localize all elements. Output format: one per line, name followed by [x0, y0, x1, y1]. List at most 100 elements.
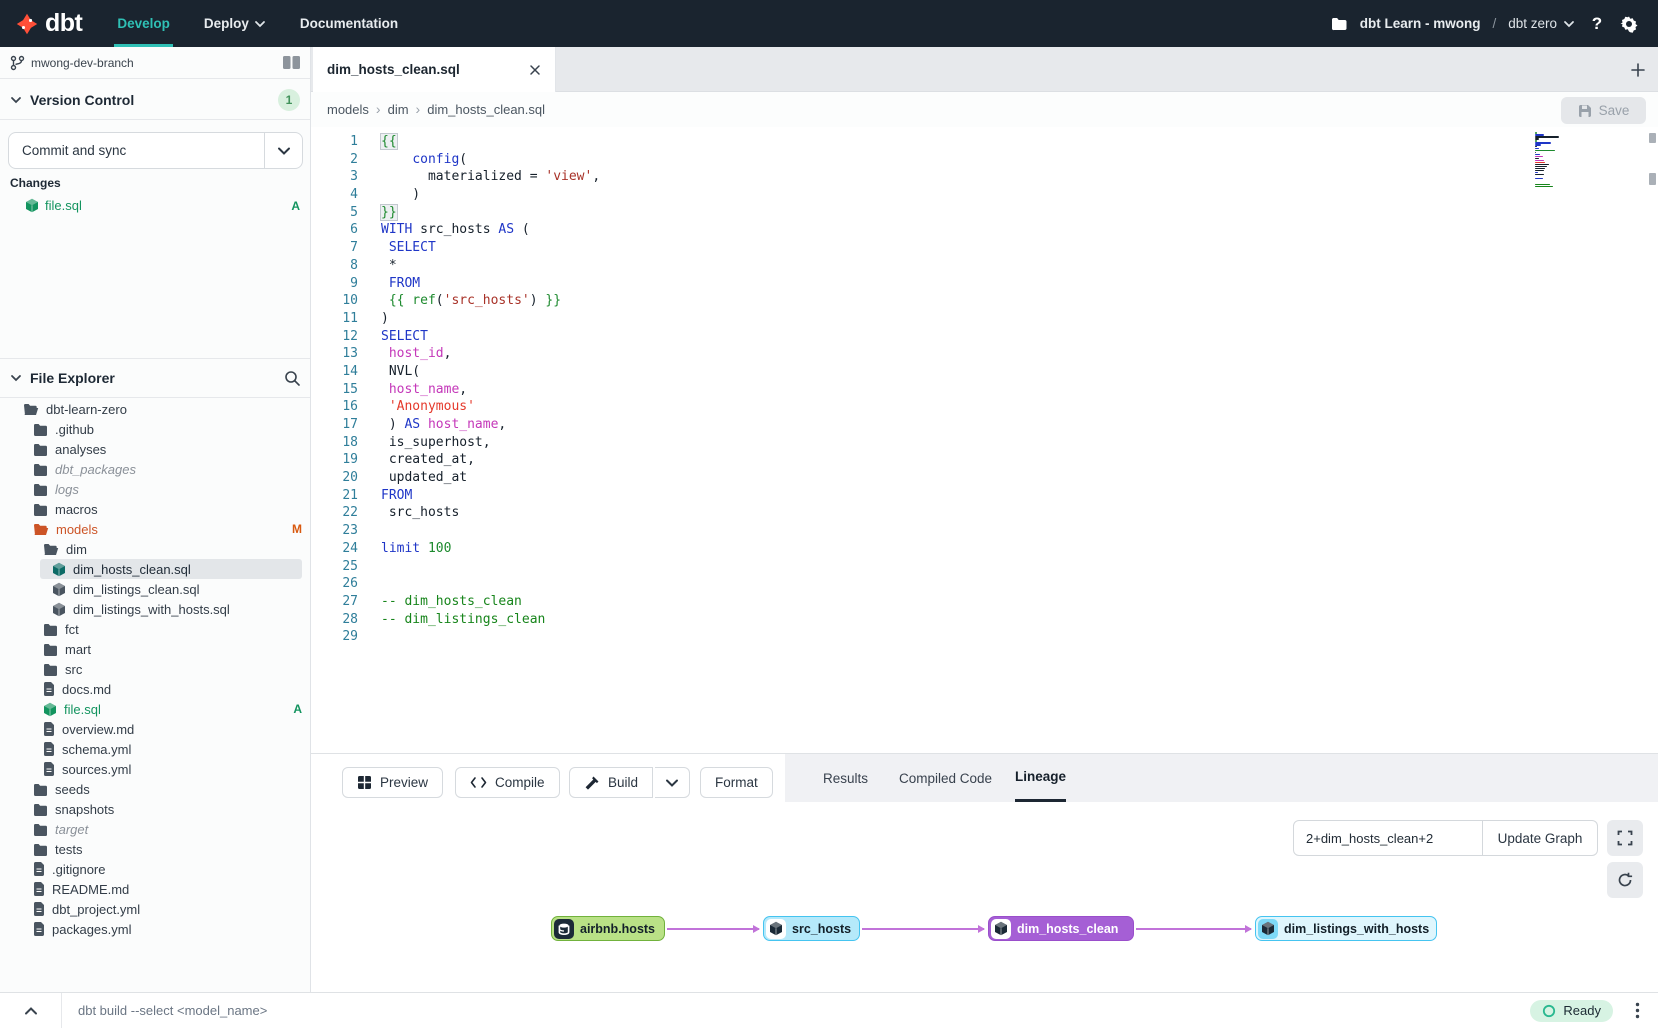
tree-folder-analyses[interactable]: analyses	[0, 439, 310, 459]
chevron-down-icon	[664, 775, 680, 791]
tree-file-packages-yml[interactable]: packages.yml	[0, 919, 310, 939]
lineage-node-airbnb-hosts[interactable]: airbnb.hosts	[551, 916, 665, 941]
tree-file-file-sql[interactable]: file.sqlA	[0, 699, 310, 719]
editor-minimap[interactable]	[1535, 132, 1561, 190]
tree-file-overview-md[interactable]: overview.md	[0, 719, 310, 739]
lineage-node-dim-listings-with-hosts[interactable]: dim_listings_with_hosts	[1255, 916, 1437, 941]
version-control-header[interactable]: Version Control 1	[0, 80, 310, 120]
code-line[interactable]: 5}}	[311, 204, 600, 222]
lineage-node-dim-hosts-clean[interactable]: dim_hosts_clean	[988, 916, 1134, 941]
tree-folder-mart[interactable]: mart	[0, 639, 310, 659]
tree-folder-snapshots[interactable]: snapshots	[0, 799, 310, 819]
tab-dim-hosts-clean[interactable]: dim_hosts_clean.sql	[313, 47, 556, 92]
code-line[interactable]: 13 host_id,	[311, 345, 600, 363]
file-explorer-header[interactable]: File Explorer	[0, 358, 310, 398]
format-button[interactable]: Format	[700, 767, 773, 798]
tree-file-sources-yml[interactable]: sources.yml	[0, 759, 310, 779]
tree-folder-src[interactable]: src	[0, 659, 310, 679]
gear-icon[interactable]	[1618, 13, 1640, 35]
code-line[interactable]: 20 updated_at	[311, 469, 600, 487]
tree-folder-dbt-learn-zero[interactable]: dbt-learn-zero	[0, 399, 310, 419]
code-line[interactable]: 27-- dim_hosts_clean	[311, 593, 600, 611]
breadcrumb-item[interactable]: dim_hosts_clean.sql	[427, 102, 545, 117]
code-line[interactable]: 9 FROM	[311, 275, 600, 293]
tree-folder-macros[interactable]: macros	[0, 499, 310, 519]
docs-panels-icon[interactable]	[283, 55, 300, 70]
command-input[interactable]	[62, 993, 1530, 1028]
code-line[interactable]: 29	[311, 628, 600, 646]
breadcrumb-item[interactable]: dim	[388, 102, 409, 117]
code-line[interactable]: 10 {{ ref('src_hosts') }}	[311, 292, 600, 310]
code-line[interactable]: 24limit 100	[311, 540, 600, 558]
tree-folder-target[interactable]: target	[0, 819, 310, 839]
tree-folder-fct[interactable]: fct	[0, 619, 310, 639]
nav-item-label: Documentation	[300, 16, 398, 31]
help-icon[interactable]: ?	[1586, 13, 1608, 35]
new-tab-button[interactable]	[1626, 58, 1650, 82]
tree-folder-models[interactable]: modelsM	[0, 519, 310, 539]
lineage-graph[interactable]: airbnb.hosts src_hosts dim_hosts_clean d…	[311, 802, 1658, 992]
code-line[interactable]: 1{{	[311, 133, 600, 151]
code-line[interactable]: 26	[311, 575, 600, 593]
tree-item-label: macros	[55, 502, 98, 517]
code-line[interactable]: 23	[311, 522, 600, 540]
breadcrumb-item[interactable]: models	[327, 102, 369, 117]
tree-folder-dim[interactable]: dim	[0, 539, 310, 559]
project-name[interactable]: dbt Learn - mwong	[1360, 16, 1481, 31]
changed-file-row[interactable]: file.sql A	[0, 195, 310, 216]
nav-item-documentation[interactable]: Documentation	[283, 0, 415, 47]
code-line[interactable]: 15 host_name,	[311, 381, 600, 399]
tree-file-schema-yml[interactable]: schema.yml	[0, 739, 310, 759]
code-line[interactable]: 3 materialized = 'view',	[311, 168, 600, 186]
nav-item-develop[interactable]: Develop	[100, 0, 187, 47]
panel-tab-results[interactable]: Results	[823, 754, 868, 802]
editor-scrollbar[interactable]	[1648, 127, 1657, 753]
code-line[interactable]: 16 'Anonymous'	[311, 398, 600, 416]
tree-folder--github[interactable]: .github	[0, 419, 310, 439]
code-editor[interactable]: 1{{2 config(3 materialized = 'view',4 )5…	[311, 127, 1658, 753]
code-line[interactable]: 18 is_superhost,	[311, 434, 600, 452]
commit-options-dropdown[interactable]	[264, 133, 302, 168]
panel-tab-compiled-code[interactable]: Compiled Code	[899, 754, 992, 802]
environment-selector[interactable]: dbt zero	[1508, 13, 1576, 35]
code-line[interactable]: 2 config(	[311, 151, 600, 169]
kebab-menu-icon[interactable]	[1635, 1002, 1640, 1019]
code-line[interactable]: 19 created_at,	[311, 451, 600, 469]
preview-button[interactable]: Preview	[342, 767, 443, 798]
commit-and-sync-button[interactable]: Commit and sync	[8, 132, 303, 169]
code-line[interactable]: 12SELECT	[311, 328, 600, 346]
code-line[interactable]: 7 SELECT	[311, 239, 600, 257]
code-line[interactable]: 25	[311, 558, 600, 576]
code-line[interactable]: 28-- dim_listings_clean	[311, 611, 600, 629]
code-line[interactable]: 21FROM	[311, 487, 600, 505]
tree-file-dim-listings-with-hosts-sql[interactable]: dim_listings_with_hosts.sql	[0, 599, 310, 619]
tree-folder-seeds[interactable]: seeds	[0, 779, 310, 799]
tree-file-dbt-project-yml[interactable]: dbt_project.yml	[0, 899, 310, 919]
panel-tab-lineage[interactable]: Lineage	[1015, 754, 1066, 802]
code-line[interactable]: 6WITH src_hosts AS (	[311, 221, 600, 239]
tree-file-dim-listings-clean-sql[interactable]: dim_listings_clean.sql	[0, 579, 310, 599]
tree-file-readme-md[interactable]: README.md	[0, 879, 310, 899]
tree-folder-dbt-packages[interactable]: dbt_packages	[0, 459, 310, 479]
nav-item-deploy[interactable]: Deploy	[187, 0, 283, 47]
tree-folder-tests[interactable]: tests	[0, 839, 310, 859]
close-icon[interactable]	[529, 64, 541, 76]
code-line[interactable]: 8 *	[311, 257, 600, 275]
build-options-dropdown[interactable]	[655, 767, 690, 798]
tree-file-docs-md[interactable]: docs.md	[0, 679, 310, 699]
code-line[interactable]: 11)	[311, 310, 600, 328]
lineage-node-src-hosts[interactable]: src_hosts	[763, 916, 860, 941]
tree-folder-logs[interactable]: logs	[0, 479, 310, 499]
code-line[interactable]: 14 NVL(	[311, 363, 600, 381]
save-button[interactable]: Save	[1561, 97, 1646, 124]
code-line[interactable]: 4 )	[311, 186, 600, 204]
tree-file-dim-hosts-clean-sql[interactable]: dim_hosts_clean.sql	[0, 559, 310, 579]
dbt-logo[interactable]: dbt	[0, 9, 100, 38]
collapse-panel-button[interactable]	[0, 993, 62, 1028]
tree-file--gitignore[interactable]: .gitignore	[0, 859, 310, 879]
code-line[interactable]: 17 ) AS host_name,	[311, 416, 600, 434]
build-button[interactable]: Build	[569, 767, 653, 798]
compile-button[interactable]: Compile	[455, 767, 560, 798]
search-icon[interactable]	[284, 370, 300, 386]
code-line[interactable]: 22 src_hosts	[311, 504, 600, 522]
